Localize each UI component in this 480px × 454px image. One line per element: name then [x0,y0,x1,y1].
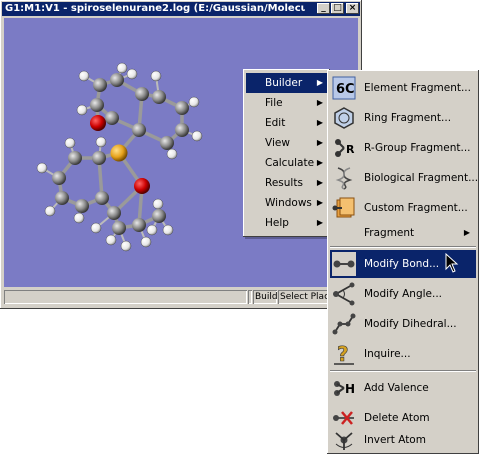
submenu-arrow-icon: ▶ [463,228,470,237]
add-valence-icon: H [334,381,355,396]
close-button[interactable]: × [346,3,359,14]
title-bar[interactable]: G1:M1:V1 - spiroselenurane2.log (E:/Gaus… [2,2,360,16]
context-menu: Builder ▶ File ▶ Edit ▶ View ▶ Calculate ▶ Re… [243,69,330,237]
minimize-button[interactable]: _ [317,3,330,14]
submenu-arrow-icon: ▶ [316,138,323,147]
window-title: G1:M1:V1 - spiroselenurane2.log (E:/Gaus… [5,3,305,14]
oxygen-atom [90,115,106,131]
menu-item-custom-fragment[interactable]: Custom Fragment... [330,194,476,222]
menu-item-label: Inquire... [364,348,411,360]
menu-item-label: Biological Fragment... [364,172,479,184]
ring-fragment-icon [334,107,354,129]
menu-item-modify-angle[interactable]: Modify Angle... [330,280,476,308]
mouse-cursor-icon [445,253,459,273]
submenu-arrow-icon: ▶ [316,218,323,227]
menu-item-biological-fragment[interactable]: Biological Fragment... [330,164,479,192]
menu-item-label: Element Fragment... [364,82,471,94]
submenu-arrow-icon: ▶ [316,78,323,87]
element-symbol: 6C [336,82,355,97]
custom-fragment-icon [332,197,355,218]
inquire-symbol: ? [337,342,349,366]
modify-angle-icon [333,282,355,306]
menu-item-label: Edit [265,117,286,129]
menu-item-element-fragment[interactable]: 6C Element Fragment... [330,74,476,102]
status-mode: Build [253,290,277,304]
menu-item-label: Results [265,177,303,189]
submenu-arrow-icon: ▶ [316,98,323,107]
oxygen-atom [134,178,150,194]
menu-item-label: Help [265,217,289,229]
submenu-arrow-icon: ▶ [316,178,323,187]
menu-item-label: Modify Angle... [364,288,443,300]
menu-item-builder[interactable]: Builder ▶ [246,73,327,93]
menu-item-label: Custom Fragment... [364,202,468,214]
menu-item-add-valence[interactable]: H Add Valence [330,374,476,402]
menu-item-ring-fragment[interactable]: Ring Fragment... [330,104,476,132]
submenu-arrow-icon: ▶ [316,198,323,207]
status-field [4,290,247,304]
menu-separator [330,370,476,372]
element-fragment-icon: 6C [332,76,356,100]
menu-item-label: Windows [265,197,312,209]
modify-bond-icon [332,252,356,276]
submenu-arrow-icon: ▶ [316,158,323,167]
r-group-symbol: R [346,143,355,156]
menu-item-label: Builder [265,77,303,89]
menu-item-help[interactable]: Help ▶ [246,213,327,233]
menu-item-label: Invert Atom [364,434,426,446]
status-bar: Build Select Placem [4,290,358,305]
menu-item-label: View [265,137,290,149]
menu-item-label: Fragment [364,227,415,239]
menu-item-label: Add Valence [364,382,429,394]
inquire-icon: ? [334,342,354,366]
menu-item-calculate[interactable]: Calculate ▶ [246,153,327,173]
menu-item-label: File [265,97,283,109]
selenium-atom [110,144,128,162]
biological-fragment-icon [335,167,353,190]
status-field [248,290,252,304]
hydrogen-symbol: H [345,382,355,396]
submenu-arrow-icon: ▶ [316,118,323,127]
maximize-button[interactable]: □ [331,3,344,14]
invert-atom-icon [335,432,353,450]
menu-item-file[interactable]: File ▶ [246,93,327,113]
menu-item-label: R-Group Fragment... [364,142,471,154]
menu-item-r-group-fragment[interactable]: R R-Group Fragment... [330,134,476,162]
menu-item-label: Ring Fragment... [364,112,452,124]
menu-item-modify-dihedral[interactable]: Modify Dihedral... [330,310,476,338]
modify-dihedral-icon [332,313,356,335]
menu-item-inquire[interactable]: ? Inquire... [330,340,476,368]
menu-separator [330,246,476,248]
menu-item-label: Modify Bond... [364,258,440,270]
menu-item-label: Calculate [265,157,315,169]
menu-item-label: Modify Dihedral... [364,318,457,330]
menu-item-results[interactable]: Results ▶ [246,173,327,193]
menu-item-edit[interactable]: Edit ▶ [246,113,327,133]
r-group-fragment-icon: R [335,139,355,157]
menu-item-fragment[interactable]: Fragment ▶ [330,222,476,244]
menu-item-windows[interactable]: Windows ▶ [246,193,327,213]
menu-item-view[interactable]: View ▶ [246,133,327,153]
menu-item-invert-atom[interactable]: Invert Atom [330,426,476,454]
